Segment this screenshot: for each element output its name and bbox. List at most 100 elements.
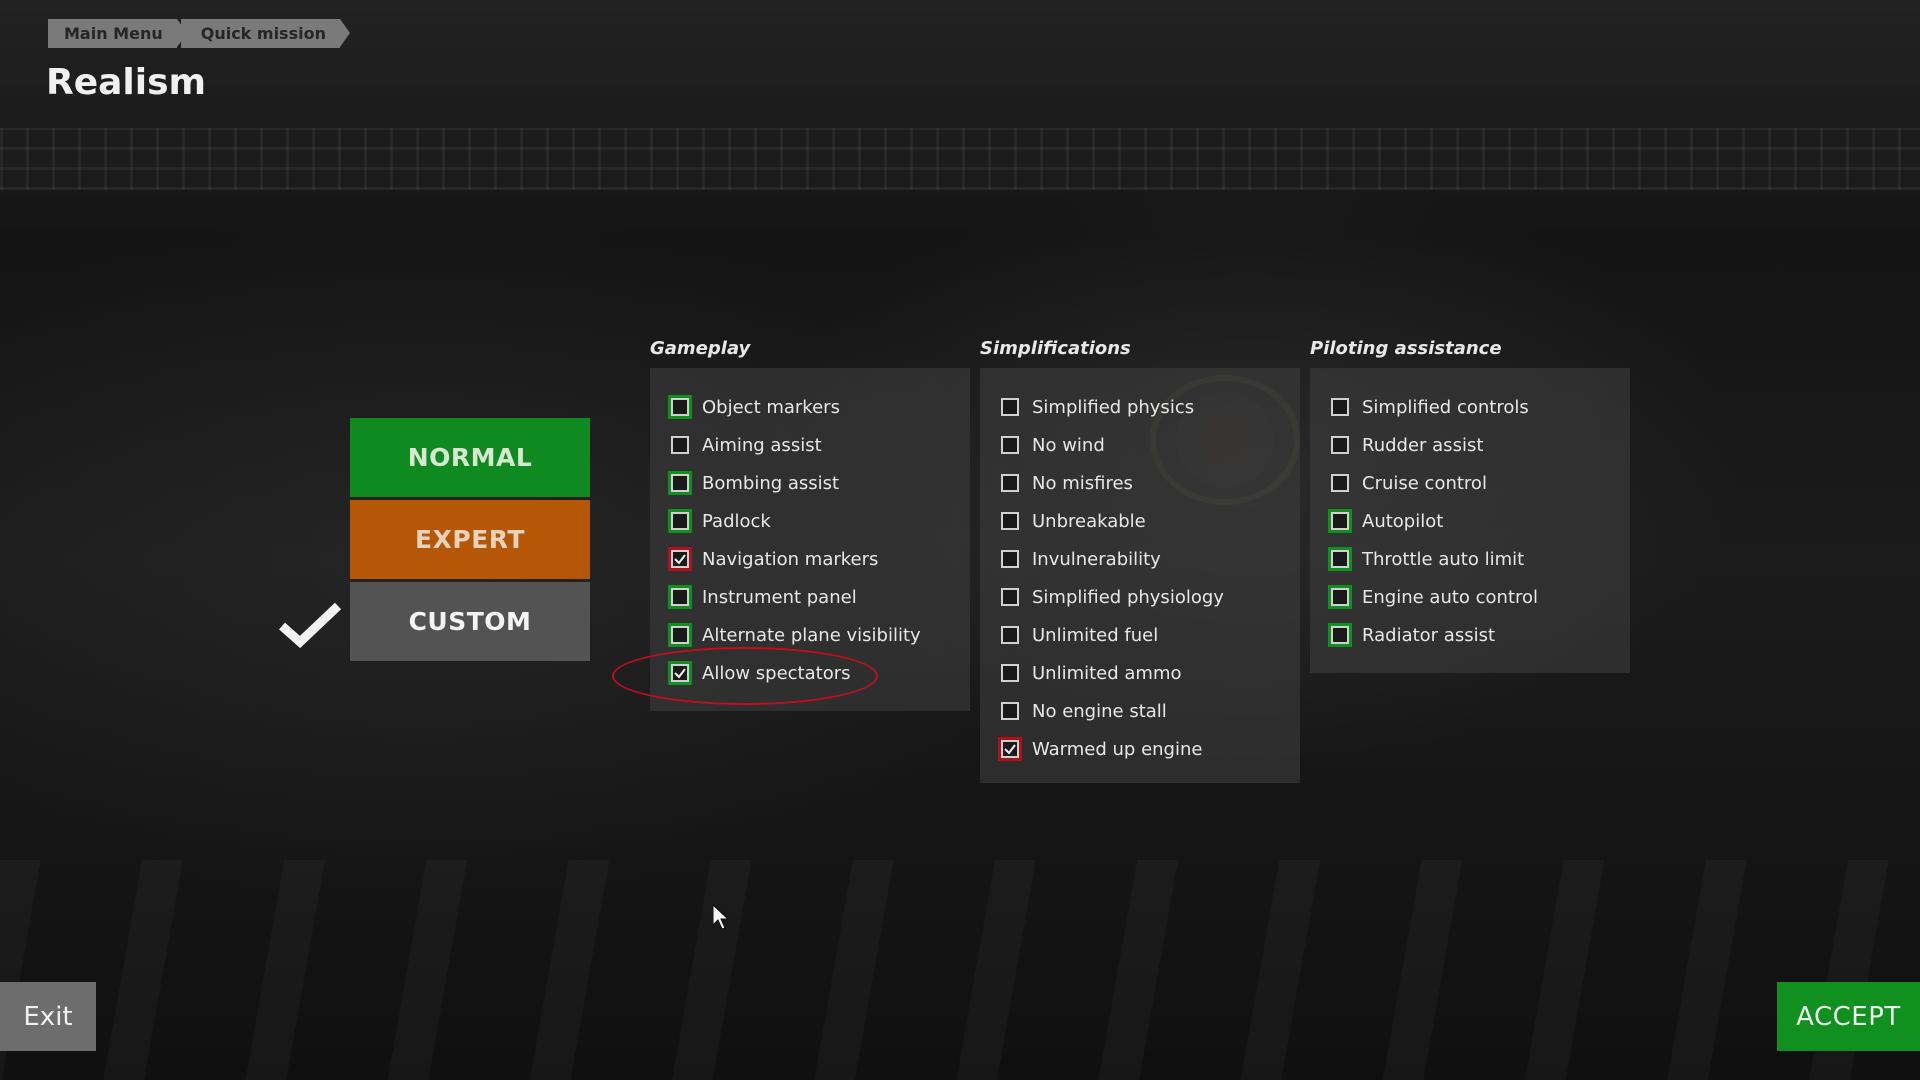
option-label: Simplified physiology <box>1032 586 1224 608</box>
option-invulnerability[interactable]: Invulnerability <box>980 540 1300 578</box>
breadcrumb-main-menu[interactable]: Main Menu <box>48 19 187 48</box>
checkbox-box-icon <box>1331 474 1349 492</box>
option-label: Unlimited ammo <box>1032 662 1182 684</box>
checkbox-box-icon <box>1001 550 1019 568</box>
checkbox-throttle-auto-limit[interactable] <box>1328 547 1352 571</box>
checkbox-engine-auto-control[interactable] <box>1328 585 1352 609</box>
page-title: Realism <box>46 62 207 103</box>
checkbox-box-icon <box>1001 512 1019 530</box>
checkbox-navigation-markers[interactable] <box>668 547 692 571</box>
option-label: No engine stall <box>1032 700 1167 722</box>
option-label: Invulnerability <box>1032 548 1161 570</box>
option-label: Radiator assist <box>1362 624 1496 646</box>
checkbox-aiming-assist[interactable] <box>668 433 692 457</box>
option-object-markers[interactable]: Object markers <box>650 388 970 426</box>
background-hangar-grid <box>0 128 1920 190</box>
checkbox-box-icon <box>671 474 689 492</box>
breadcrumb-quick-mission[interactable]: Quick mission <box>180 19 351 48</box>
checkbox-box-icon <box>1001 588 1019 606</box>
option-instrument-panel[interactable]: Instrument panel <box>650 578 970 616</box>
option-unlimited-fuel[interactable]: Unlimited fuel <box>980 616 1300 654</box>
option-warmed-up-engine[interactable]: Warmed up engine <box>980 730 1300 768</box>
option-navigation-markers[interactable]: Navigation markers <box>650 540 970 578</box>
option-label: Cruise control <box>1362 472 1487 494</box>
checkbox-box-icon <box>671 436 689 454</box>
checkbox-box-icon <box>1331 398 1349 416</box>
option-no-engine-stall[interactable]: No engine stall <box>980 692 1300 730</box>
option-label: Engine auto control <box>1362 586 1539 608</box>
background-floor <box>0 860 1920 1080</box>
column-title-simplifications: Simplifications <box>980 338 1131 359</box>
option-radiator-assist[interactable]: Radiator assist <box>1310 616 1630 654</box>
checkbox-box-icon <box>1001 702 1019 720</box>
option-label: Object markers <box>702 396 840 418</box>
checkmark-icon <box>671 550 689 568</box>
option-simplified-physiology[interactable]: Simplified physiology <box>980 578 1300 616</box>
option-autopilot[interactable]: Autopilot <box>1310 502 1630 540</box>
checkbox-invulnerability[interactable] <box>998 547 1022 571</box>
checkbox-box-icon <box>671 588 689 606</box>
option-label: No misfires <box>1032 472 1133 494</box>
option-label: Unbreakable <box>1032 510 1146 532</box>
checkbox-warmed-up-engine[interactable] <box>998 737 1022 761</box>
checkbox-no-engine-stall[interactable] <box>998 699 1022 723</box>
checkbox-alternate-plane-visibility[interactable] <box>668 623 692 647</box>
checkbox-box-icon <box>671 626 689 644</box>
checkbox-simplified-physiology[interactable] <box>998 585 1022 609</box>
checkbox-box-icon <box>1331 626 1349 644</box>
option-label: Rudder assist <box>1362 434 1484 456</box>
option-padlock[interactable]: Padlock <box>650 502 970 540</box>
checkbox-box-icon <box>1001 664 1019 682</box>
checkbox-unlimited-fuel[interactable] <box>998 623 1022 647</box>
preset-expert-button[interactable]: EXPERT <box>350 500 590 579</box>
option-simplified-controls[interactable]: Simplified controls <box>1310 388 1630 426</box>
checkmark-icon <box>1001 740 1019 758</box>
option-rudder-assist[interactable]: Rudder assist <box>1310 426 1630 464</box>
checkbox-box-icon <box>671 398 689 416</box>
breadcrumb: Main Menu Quick mission <box>48 19 351 48</box>
checkbox-rudder-assist[interactable] <box>1328 433 1352 457</box>
realism-presets: NORMAL EXPERT CUSTOM <box>350 418 590 664</box>
option-cruise-control[interactable]: Cruise control <box>1310 464 1630 502</box>
checkbox-unbreakable[interactable] <box>998 509 1022 533</box>
exit-button[interactable]: Exit <box>0 982 96 1051</box>
checkbox-radiator-assist[interactable] <box>1328 623 1352 647</box>
checkbox-simplified-controls[interactable] <box>1328 395 1352 419</box>
option-unbreakable[interactable]: Unbreakable <box>980 502 1300 540</box>
option-bombing-assist[interactable]: Bombing assist <box>650 464 970 502</box>
annotation-ellipse <box>612 647 878 705</box>
accept-button[interactable]: ACCEPT <box>1777 982 1920 1051</box>
option-label: Alternate plane visibility <box>702 624 921 646</box>
option-no-wind[interactable]: No wind <box>980 426 1300 464</box>
option-unlimited-ammo[interactable]: Unlimited ammo <box>980 654 1300 692</box>
selected-checkmark-icon <box>279 602 342 648</box>
option-simplified-physics[interactable]: Simplified physics <box>980 388 1300 426</box>
option-no-misfires[interactable]: No misfires <box>980 464 1300 502</box>
checkbox-box-icon <box>1331 512 1349 530</box>
option-throttle-auto-limit[interactable]: Throttle auto limit <box>1310 540 1630 578</box>
option-engine-auto-control[interactable]: Engine auto control <box>1310 578 1630 616</box>
preset-normal-button[interactable]: NORMAL <box>350 418 590 497</box>
checkbox-instrument-panel[interactable] <box>668 585 692 609</box>
option-label: Bombing assist <box>702 472 840 494</box>
option-label: Simplified physics <box>1032 396 1195 418</box>
checkbox-no-misfires[interactable] <box>998 471 1022 495</box>
checkbox-autopilot[interactable] <box>1328 509 1352 533</box>
checkbox-unlimited-ammo[interactable] <box>998 661 1022 685</box>
preset-custom-button[interactable]: CUSTOM <box>350 582 590 661</box>
checkbox-padlock[interactable] <box>668 509 692 533</box>
checkbox-simplified-physics[interactable] <box>998 395 1022 419</box>
option-label: Warmed up engine <box>1032 738 1203 760</box>
checkbox-box-icon <box>1331 436 1349 454</box>
option-aiming-assist[interactable]: Aiming assist <box>650 426 970 464</box>
checkbox-box-icon <box>1001 474 1019 492</box>
checkbox-no-wind[interactable] <box>998 433 1022 457</box>
checkbox-object-markers[interactable] <box>668 395 692 419</box>
option-label: Simplified controls <box>1362 396 1529 418</box>
checkbox-cruise-control[interactable] <box>1328 471 1352 495</box>
column-title-gameplay: Gameplay <box>650 338 751 359</box>
option-label: Autopilot <box>1362 510 1444 532</box>
option-label: No wind <box>1032 434 1105 456</box>
checkbox-bombing-assist[interactable] <box>668 471 692 495</box>
option-label: Unlimited fuel <box>1032 624 1159 646</box>
